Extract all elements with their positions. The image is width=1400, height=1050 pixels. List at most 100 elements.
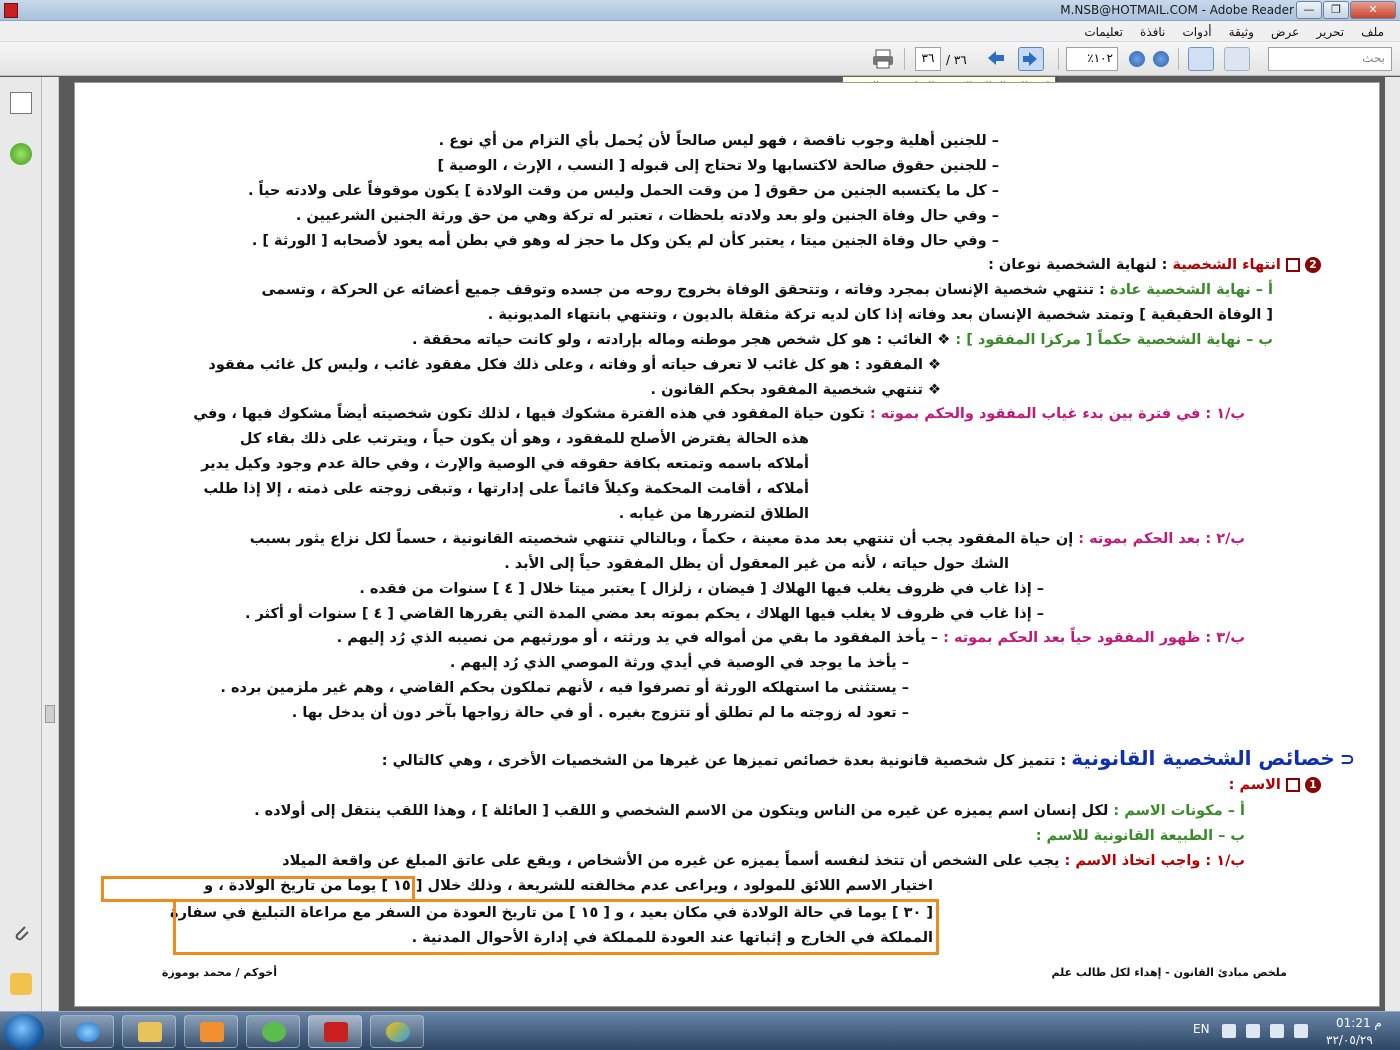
window-title: M.NSB@HOTMAIL.COM - Adobe Reader [1060, 3, 1294, 17]
document-page: – للجنين أهلية وجوب ناقصة ، فهو ليس صالح… [74, 82, 1380, 1007]
menu-help[interactable]: تعليمات [1078, 22, 1129, 42]
previous-page-button[interactable] [1018, 47, 1044, 71]
navigation-panel [0, 77, 42, 1011]
language-indicator[interactable]: EN [1193, 1022, 1210, 1036]
clock-time[interactable]: 01:21 م [1336, 1016, 1382, 1030]
page-total: / ٣٦ [946, 53, 967, 67]
zoom-field[interactable]: ١٠٢٪ [1066, 47, 1118, 71]
text-line: أملاكه ، أقامت المحكمة وكيلاً قائماً على… [203, 481, 809, 497]
natural-end-row: أ – نهاية الشخصية عادة : تنتهي شخصية الإ… [262, 280, 1273, 300]
zoom-in-icon[interactable] [1129, 51, 1145, 67]
text-line: الشك حول حياته ، لأنه من غير المعقول أن … [504, 556, 1009, 572]
text-line: – إذا غاب في ظروف لا يغلب فيها الهلاك ، … [244, 606, 1044, 622]
document-scrollbar[interactable] [1385, 77, 1400, 1011]
footer-right: ملخص مبادئ القانون - إهداء لكل طالب علم [1051, 966, 1287, 979]
b1-label: ب/١ : في فترة بين بدء غياب المفقود والحك… [869, 406, 1245, 422]
text-line: – وفي حال وفاة الجنين ولو بعد ولادته بلح… [295, 208, 999, 224]
components-row: أ – مكونات الاسم : لكل إنسان اسم يميزه ع… [254, 801, 1245, 821]
help-icon[interactable] [10, 143, 32, 165]
features-bullet-icon: ⊂ [1339, 749, 1355, 770]
paint-icon [386, 1022, 410, 1042]
search-input[interactable]: بحث [1268, 47, 1392, 71]
tray-icon[interactable] [1222, 1024, 1236, 1038]
next-page-button[interactable] [984, 47, 1010, 71]
menu-view[interactable]: عرض [1265, 22, 1305, 42]
components-text: لكل إنسان اسم يميزه عن غيره من الناس ويت… [254, 803, 1109, 819]
features-row: ⊂ خصائص الشخصية القانونية : تتميز كل شخص… [382, 748, 1355, 771]
end-heading: انتهاء الشخصية [1172, 257, 1281, 273]
text-line: الطلاق لتضررها من غيابه . [618, 506, 809, 522]
page-number-field[interactable]: ٣٦ [915, 47, 941, 71]
text-line: [ الوفاة الحقيقية ] وتمتد شخصية الإنسان … [487, 307, 1273, 323]
b2-row: ب/٢ : بعد الحكم بموته : إن حياة المفقود … [250, 529, 1245, 549]
natural-end-text: : تنتهي شخصية الإنسان بمجرد وفاته ، وتتح… [261, 282, 1105, 298]
menu-document[interactable]: وثيقة [1223, 22, 1260, 42]
adobe-reader-icon [324, 1022, 348, 1042]
name-heading: الاسم : [1228, 777, 1281, 793]
text-line: – كل ما يكتسبه الجنين من حقوق [ من وقت ا… [247, 183, 999, 199]
network-icon[interactable] [1270, 1024, 1284, 1038]
text-line: أملاكه باسمه وتمتعه بكافة حقوقه في الوصي… [201, 456, 809, 472]
legal-end-row: ب – نهاية الشخصية حكماً [ مركزا المفقود … [412, 330, 1273, 350]
menu-file[interactable]: ملف [1355, 22, 1390, 42]
menu-bar: ملف تحرير عرض وثيقة أدوات نافذة تعليمات [0, 21, 1400, 42]
b1-text: تكون حياة المفقود في هذه الفترة مشكوك في… [193, 406, 865, 422]
comments-icon[interactable] [10, 973, 32, 995]
highlight-box [173, 899, 939, 955]
attachment-icon[interactable] [10, 922, 32, 944]
volume-icon[interactable] [1294, 1024, 1308, 1038]
fit-page-icon[interactable] [1188, 47, 1214, 71]
b3-text: – يأخذ المفقود ما بقي من أمواله في يد ور… [336, 630, 939, 646]
toolbar: بحث ١٠٢٪ / ٣٦ ٣٦ [0, 42, 1400, 76]
taskbar-ie[interactable] [60, 1015, 114, 1048]
features-heading: خصائص الشخصية القانونية [1071, 746, 1335, 770]
taskbar-explorer[interactable] [122, 1015, 176, 1048]
panel-scrollbar[interactable] [42, 77, 59, 1011]
document-content: – للجنين أهلية وجوب ناقصة ، فهو ليس صالح… [75, 83, 1379, 1006]
name-heading-row: 1 الاسم : [1229, 775, 1321, 795]
b2-text: إن حياة المفقود يجب أن تنتهي بعد مدة معي… [249, 531, 1074, 547]
text-line: – للجنين أهلية وجوب ناقصة ، فهو ليس صالح… [438, 133, 999, 149]
title-bar: M.NSB@HOTMAIL.COM - Adobe Reader — ❐ ✕ [0, 0, 1400, 21]
pages-icon[interactable] [10, 92, 32, 114]
footer-left: أخوكم / محمد بوموزة [161, 966, 277, 979]
checkbox-icon [1285, 778, 1300, 792]
b2-label: ب/٢ : بعد الحكم بموته : [1078, 531, 1245, 547]
b3-row: ب/٣ : ظهور المفقود حياً بعد الحكم بموته … [337, 628, 1245, 648]
end-heading-rest: : لنهاية الشخصية نوعان : [988, 257, 1168, 273]
clock-date[interactable]: ٣٢/٠٥/٢٩ [1326, 1033, 1373, 1047]
taskbar-messenger[interactable] [246, 1015, 300, 1048]
start-button[interactable] [4, 1014, 44, 1050]
text-line: ❖ المفقود : هو كل غائب لا تعرف حياته أو … [208, 357, 941, 373]
fit-width-icon[interactable] [1224, 47, 1250, 71]
ie-icon [76, 1022, 100, 1042]
taskbar-paint[interactable] [370, 1015, 424, 1048]
name-duty-text: يجب على الشخص أن تتخذ لنفسه أسماً يميزه … [282, 853, 1060, 869]
name-duty-label: ب/١ : واجب اتخاذ الاسم : [1064, 853, 1245, 869]
scroll-thumb[interactable] [45, 705, 55, 723]
menu-tools[interactable]: أدوات [1176, 22, 1217, 42]
text-line: – يستثنى ما استهلكه الورثة أو تصرفوا فيه… [220, 680, 909, 696]
zoom-out-icon[interactable] [1153, 51, 1169, 67]
legal-end-text: ❖ الغائب : هو كل شخص هجر موطنه وماله بإر… [412, 332, 951, 348]
print-icon[interactable] [870, 47, 896, 71]
flag-icon[interactable] [1246, 1024, 1260, 1038]
minimize-button[interactable]: — [1296, 1, 1322, 19]
maximize-button[interactable]: ❐ [1323, 1, 1349, 19]
b3-label: ب/٣ : ظهور المفقود حياً بعد الحكم بموته … [943, 630, 1245, 646]
taskbar-media-player[interactable] [184, 1015, 238, 1048]
menu-edit[interactable]: تحرير [1310, 22, 1350, 42]
natural-end-label: أ – نهاية الشخصية عادة [1109, 282, 1273, 298]
number-badge: 2 [1305, 257, 1321, 273]
legal-end-label: ب – نهاية الشخصية حكماً [ مركزا المفقود … [955, 332, 1273, 348]
components-label: أ – مكونات الاسم : [1113, 803, 1245, 819]
folder-icon [138, 1022, 162, 1042]
text-line: – يأخذ ما يوجد في الوصية في أيدي ورثة ال… [449, 655, 909, 671]
adobe-reader-icon [4, 3, 18, 18]
close-button[interactable]: ✕ [1350, 1, 1396, 19]
taskbar-adobe-reader[interactable] [308, 1015, 362, 1048]
features-text: : تتميز كل شخصية قانونية بعدة خصائص تميز… [381, 753, 1067, 769]
text-line: – للجنين حقوق صالحة لاكتسابها ولا تحتاج … [437, 158, 999, 174]
menu-window[interactable]: نافذة [1134, 22, 1171, 42]
b1-row: ب/١ : في فترة بين بدء غياب المفقود والحك… [193, 404, 1245, 424]
